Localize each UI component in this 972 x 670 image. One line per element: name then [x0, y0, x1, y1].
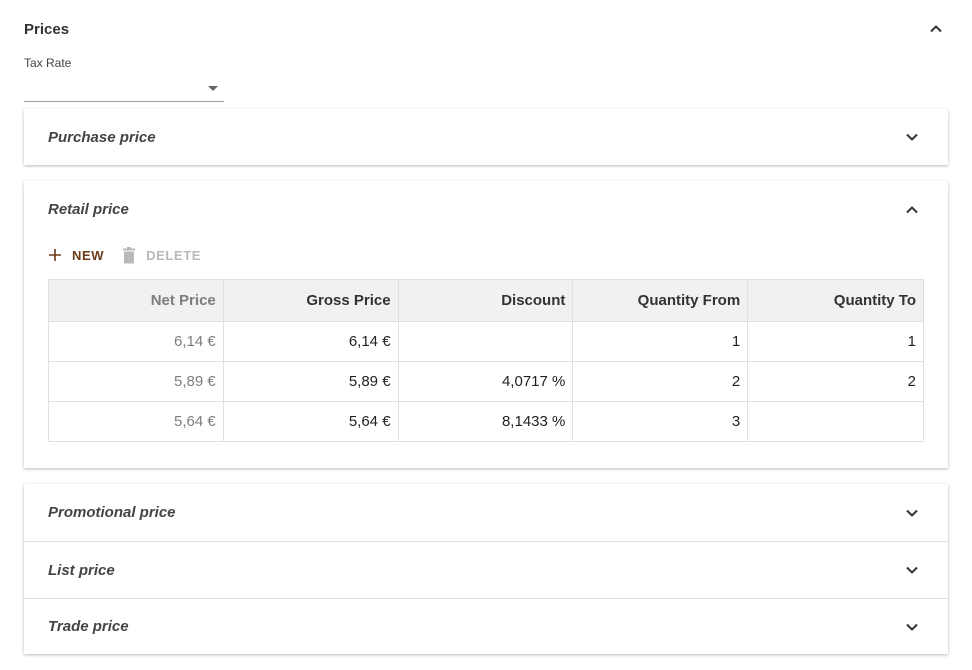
- retail-price-panel: Retail price NEW DELETE Net Price Gross …: [24, 181, 948, 468]
- cell-gross-price[interactable]: 5,89 €: [222, 361, 399, 402]
- cell-quantity-from[interactable]: 2: [572, 361, 749, 402]
- chevron-up-icon[interactable]: [924, 17, 948, 41]
- delete-button-label: DELETE: [146, 247, 202, 263]
- cell-quantity-to[interactable]: [747, 401, 924, 442]
- cell-discount[interactable]: [397, 321, 574, 362]
- cell-discount[interactable]: 4,0717 %: [397, 361, 574, 402]
- chevron-down-icon[interactable]: [900, 615, 924, 639]
- caret-down-icon: [208, 86, 218, 91]
- prices-title: Prices: [24, 20, 70, 38]
- table-row[interactable]: 5,89 € 5,89 € 4,0717 % 2 2: [48, 361, 924, 402]
- trade-price-title: Trade price: [48, 618, 129, 635]
- cell-gross-price[interactable]: 5,64 €: [222, 401, 399, 442]
- prices-section-header[interactable]: Prices: [24, 14, 948, 44]
- tax-rate-field: Tax Rate: [24, 56, 224, 104]
- new-button-label: NEW: [72, 247, 105, 263]
- chevron-down-icon[interactable]: [900, 558, 924, 582]
- retail-price-table: Net Price Gross Price Discount Quantity …: [48, 279, 924, 442]
- cell-net-price: 6,14 €: [48, 321, 224, 362]
- trash-icon: [123, 246, 136, 263]
- cell-gross-price[interactable]: 6,14 €: [222, 321, 399, 362]
- purchase-price-title: Purchase price: [48, 128, 156, 146]
- new-button[interactable]: NEW: [48, 248, 104, 263]
- column-header-net-price[interactable]: Net Price: [48, 279, 224, 322]
- cell-quantity-from[interactable]: 1: [572, 321, 749, 362]
- table-row[interactable]: 6,14 € 6,14 € 1 1: [48, 321, 924, 362]
- delete-button[interactable]: DELETE: [122, 246, 202, 264]
- other-prices-group: Promotional price List price Trade price: [24, 484, 948, 654]
- plus-icon: [49, 249, 61, 261]
- cell-quantity-to[interactable]: 1: [747, 321, 924, 362]
- column-header-quantity-to[interactable]: Quantity To: [747, 279, 924, 322]
- promotional-price-title: Promotional price: [48, 504, 176, 521]
- cell-net-price: 5,64 €: [48, 401, 224, 442]
- trade-price-header[interactable]: Trade price: [24, 599, 948, 654]
- cell-quantity-from[interactable]: 3: [572, 401, 749, 442]
- tax-rate-select[interactable]: [24, 72, 224, 102]
- cell-net-price: 5,89 €: [48, 361, 224, 402]
- purchase-price-header[interactable]: Purchase price: [24, 109, 948, 165]
- purchase-price-panel: Purchase price: [24, 109, 948, 165]
- chevron-down-icon[interactable]: [900, 125, 924, 149]
- promotional-price-header[interactable]: Promotional price: [24, 484, 948, 541]
- tax-rate-label: Tax Rate: [24, 56, 72, 70]
- list-price-header[interactable]: List price: [24, 542, 948, 598]
- chevron-down-icon[interactable]: [900, 501, 924, 525]
- column-header-discount[interactable]: Discount: [397, 279, 574, 322]
- column-header-gross-price[interactable]: Gross Price: [222, 279, 399, 322]
- retail-price-toolbar: NEW DELETE: [48, 243, 219, 267]
- list-price-title: List price: [48, 561, 115, 579]
- retail-price-header[interactable]: Retail price: [24, 181, 948, 238]
- column-header-quantity-from[interactable]: Quantity From: [572, 279, 749, 322]
- table-row[interactable]: 5,64 € 5,64 € 8,1433 % 3: [48, 401, 924, 442]
- cell-quantity-to[interactable]: 2: [747, 361, 924, 402]
- table-header-row: Net Price Gross Price Discount Quantity …: [48, 279, 924, 322]
- retail-price-title: Retail price: [48, 201, 129, 218]
- chevron-up-icon[interactable]: [900, 198, 924, 222]
- cell-discount[interactable]: 8,1433 %: [397, 401, 574, 442]
